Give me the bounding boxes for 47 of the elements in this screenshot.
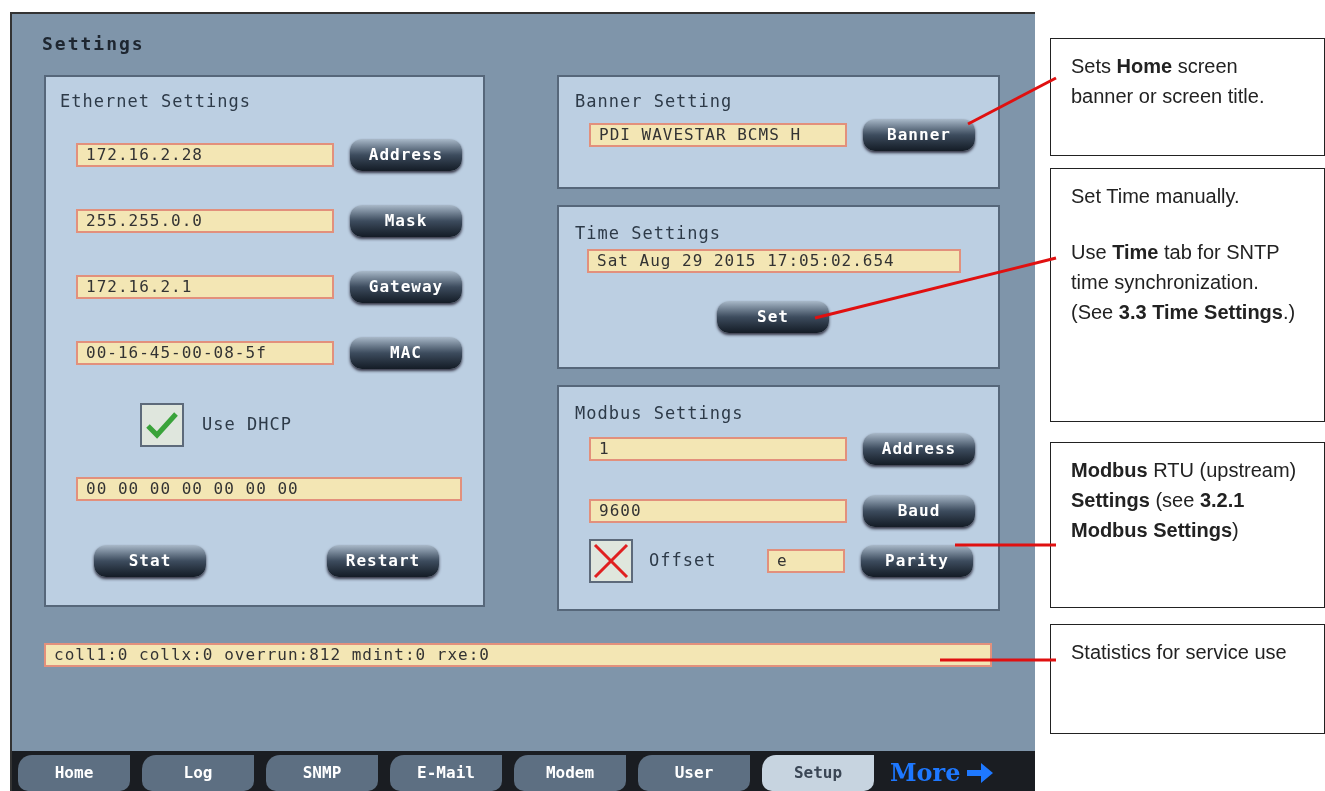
button[interactable]: Stat — [94, 544, 206, 577]
panel-title: Banner Setting — [575, 90, 734, 113]
text-field[interactable]: 00 00 00 00 00 00 00 — [76, 476, 462, 501]
text-field[interactable]: 1 — [589, 436, 847, 461]
check-icon — [145, 410, 179, 439]
checkbox-label: Offset — [649, 548, 718, 572]
more-link[interactable]: More — [886, 755, 997, 791]
tab[interactable]: Home — [18, 755, 130, 791]
panel-title: Time Settings — [575, 222, 723, 245]
arrow-right-icon — [966, 762, 993, 784]
text-field[interactable]: e — [767, 548, 845, 573]
tab[interactable]: User — [638, 755, 750, 791]
text-field[interactable]: Sat Aug 29 2015 17:05:02.654 — [587, 248, 961, 273]
button[interactable]: Banner — [863, 118, 975, 151]
callout-text: Sets Home screen banner or screen title. — [1071, 54, 1266, 109]
tab[interactable]: E-Mail — [390, 755, 502, 791]
tab[interactable]: Log — [142, 755, 254, 791]
checkbox[interactable] — [140, 402, 184, 447]
checkbox[interactable] — [589, 538, 633, 583]
checkbox-label: Use DHCP — [202, 412, 292, 436]
button[interactable]: Parity — [861, 544, 973, 577]
text-field[interactable]: coll1:0 collx:0 overrun:812 mdint:0 rxe:0 — [44, 643, 992, 667]
button[interactable]: Restart — [327, 544, 439, 577]
button[interactable]: Baud — [863, 494, 975, 527]
text-field[interactable]: 255.255.0.0 — [76, 208, 334, 233]
callout-text: Set Time manually. — [1071, 184, 1241, 209]
callout-text: Use Time tab for SNTP time synchronization. (See 3.3 Time Settings.) — [1071, 240, 1297, 325]
panel-title: Ethernet Settings — [60, 90, 252, 113]
button[interactable]: Mask — [350, 204, 462, 237]
tab[interactable]: SNMP — [266, 755, 378, 791]
text-field[interactable]: PDI WAVESTAR BCMS H — [589, 122, 847, 147]
cross-icon — [593, 542, 629, 579]
callout-text: Modbus RTU (upstream) Settings (see 3.2.1 Modbus Settings) — [1071, 458, 1298, 543]
tab[interactable]: Modem — [514, 755, 626, 791]
button[interactable]: Gateway — [350, 270, 462, 303]
screen-title: Settings — [42, 32, 146, 56]
button[interactable]: Address — [863, 432, 975, 465]
button[interactable]: Address — [350, 138, 462, 171]
button[interactable]: MAC — [350, 336, 462, 369]
tab[interactable]: Setup — [762, 755, 874, 791]
button[interactable]: Set — [717, 300, 829, 333]
text-field[interactable]: 172.16.2.1 — [76, 274, 334, 299]
text-field[interactable]: 9600 — [589, 498, 847, 523]
text-field[interactable]: 00-16-45-00-08-5f — [76, 340, 334, 365]
callout-text: Statistics for service use — [1071, 640, 1288, 665]
text-field[interactable]: 172.16.2.28 — [76, 142, 334, 167]
panel-title: Modbus Settings — [575, 402, 745, 425]
